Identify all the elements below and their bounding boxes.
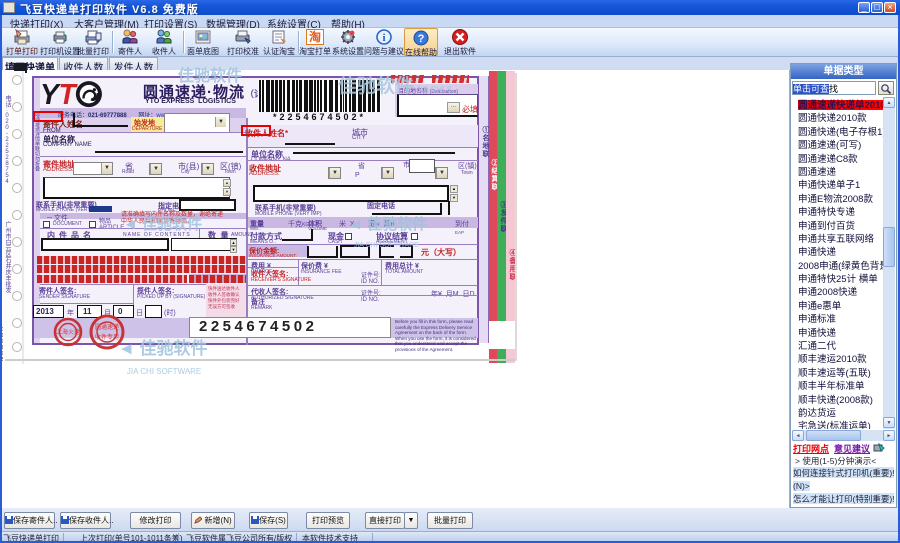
svg-text:?: ? xyxy=(418,33,425,45)
svg-text:上海火速: 上海火速 xyxy=(56,328,80,336)
svg-text:i: i xyxy=(382,32,385,44)
svg-text:圆通速递: 圆通速递 xyxy=(95,323,119,331)
svg-text:T: T xyxy=(59,80,79,109)
svg-text:收件专用: 收件专用 xyxy=(95,333,119,341)
